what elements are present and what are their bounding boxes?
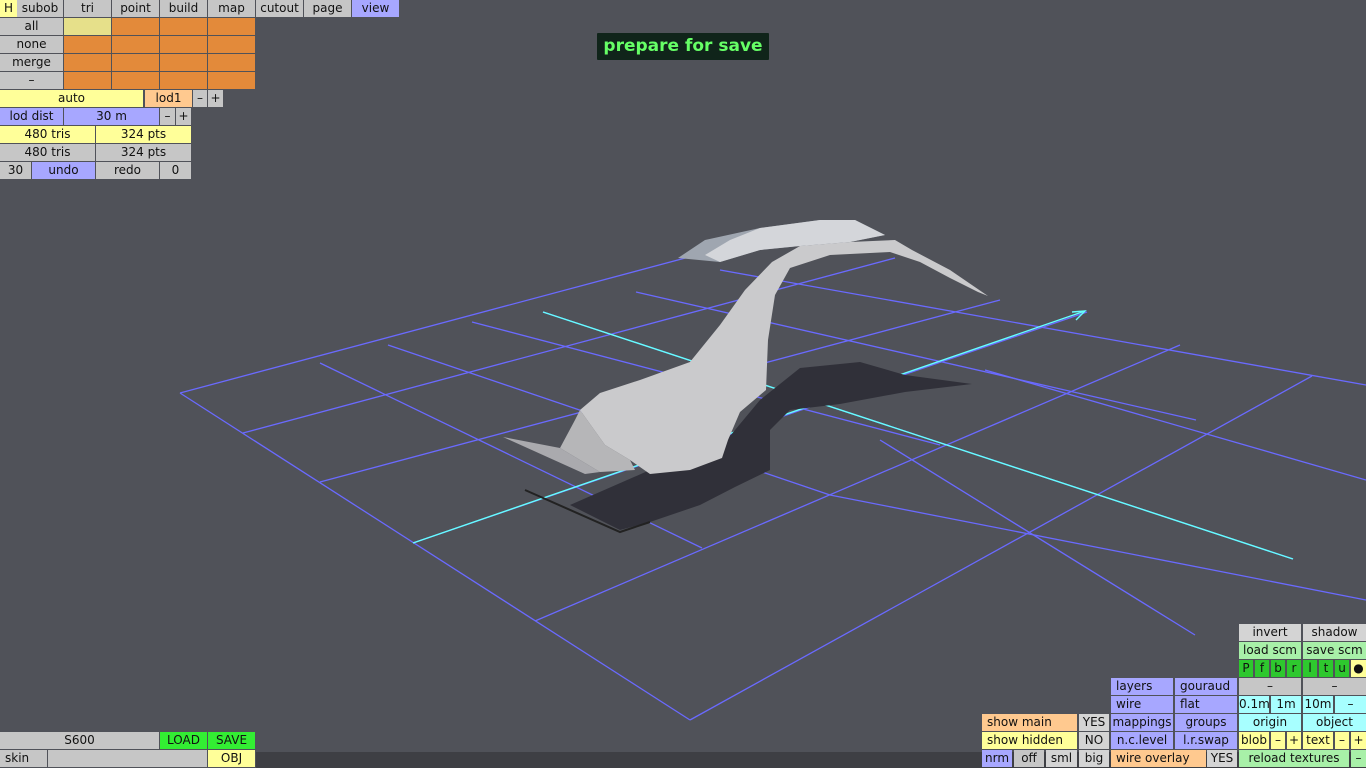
tab-page[interactable]: page <box>304 0 351 17</box>
subob-slot[interactable] <box>64 72 111 89</box>
origin-button[interactable]: origin <box>1239 714 1301 731</box>
mappings-button[interactable]: mappings <box>1111 714 1173 731</box>
tab-point[interactable]: point <box>112 0 159 17</box>
dash-button-2[interactable]: – <box>1303 678 1366 695</box>
big-size-button[interactable]: big <box>1079 750 1109 767</box>
subob-slot[interactable] <box>64 36 111 53</box>
subob-slot[interactable] <box>160 36 207 53</box>
small-size-button[interactable]: sml <box>1046 750 1077 767</box>
flag-l-toggle[interactable]: l <box>1303 660 1317 677</box>
subob-slot[interactable] <box>160 18 207 35</box>
wire-overlay-button[interactable]: wire overlay <box>1111 750 1206 767</box>
show-main-button[interactable]: show main <box>982 714 1077 731</box>
merge-button[interactable]: merge <box>0 54 63 71</box>
lod-plus-button[interactable]: + <box>208 90 223 107</box>
show-hidden-button[interactable]: show hidden <box>982 732 1077 749</box>
subob-slot[interactable] <box>208 72 255 89</box>
subob-slot[interactable] <box>208 54 255 71</box>
show-main-value[interactable]: YES <box>1079 714 1109 731</box>
reload-minus-button[interactable]: – <box>1351 750 1366 767</box>
undo-count: 30 <box>0 162 31 179</box>
redo-count: 0 <box>160 162 191 179</box>
lod-auto-button[interactable]: auto <box>0 90 143 107</box>
subob-slot[interactable] <box>64 18 111 35</box>
grid-minus-button[interactable]: – <box>1335 696 1366 713</box>
object-button[interactable]: object <box>1303 714 1366 731</box>
flag-p-toggle[interactable]: P <box>1239 660 1253 677</box>
pts-count: 324 pts <box>96 126 191 143</box>
groups-button[interactable]: groups <box>1175 714 1237 731</box>
gouraud-button[interactable]: gouraud <box>1175 678 1237 695</box>
select-all-button[interactable]: all <box>0 18 63 35</box>
tab-cutout[interactable]: cutout <box>256 0 303 17</box>
show-hidden-value[interactable]: NO <box>1079 732 1109 749</box>
flag-r-toggle[interactable]: r <box>1287 660 1301 677</box>
save-scm-button[interactable]: save scm <box>1303 642 1366 659</box>
obj-button[interactable]: OBJ <box>208 750 255 767</box>
wire-button[interactable]: wire <box>1111 696 1173 713</box>
lod-minus-button[interactable]: – <box>193 90 207 107</box>
flag-b-toggle[interactable]: b <box>1271 660 1285 677</box>
lod-dist-plus-button[interactable]: + <box>176 108 191 125</box>
grid-10m-button[interactable]: 10m <box>1303 696 1333 713</box>
3d-viewport[interactable] <box>0 0 1366 768</box>
normal-size-button[interactable]: nrm <box>982 750 1012 767</box>
flag-dot-toggle[interactable]: ● <box>1351 660 1366 677</box>
subob-slot[interactable] <box>112 54 159 71</box>
lr-swap-button[interactable]: l.r.swap <box>1175 732 1237 749</box>
redo-button[interactable]: redo <box>96 162 159 179</box>
skin-label[interactable]: skin <box>0 750 47 767</box>
skin-field[interactable] <box>48 750 207 767</box>
invert-button[interactable]: invert <box>1239 624 1301 641</box>
subob-slot[interactable] <box>112 18 159 35</box>
flag-u-toggle[interactable]: u <box>1335 660 1349 677</box>
text-label[interactable]: text <box>1303 732 1333 749</box>
select-none-button[interactable]: none <box>0 36 63 53</box>
save-button[interactable]: SAVE <box>208 732 255 749</box>
pts-count-total: 324 pts <box>96 144 191 161</box>
reload-textures-button[interactable]: reload textures <box>1239 750 1349 767</box>
flag-f-toggle[interactable]: f <box>1255 660 1269 677</box>
dash-button-1[interactable]: – <box>1239 678 1301 695</box>
subob-slot[interactable] <box>160 72 207 89</box>
lod-dist-value[interactable]: 30 m <box>64 108 159 125</box>
tab-tri[interactable]: tri <box>64 0 111 17</box>
blob-plus-button[interactable]: + <box>1287 732 1301 749</box>
grid-0-1m-button[interactable]: 0.1m <box>1239 696 1269 713</box>
subob-slot[interactable] <box>112 36 159 53</box>
status-banner: prepare for save <box>597 33 769 60</box>
subob-slot[interactable] <box>208 18 255 35</box>
tris-count: 480 tris <box>0 126 95 143</box>
lod1-button[interactable]: lod1 <box>145 90 192 107</box>
load-button[interactable]: LOAD <box>160 732 207 749</box>
tab-help[interactable]: H <box>0 0 17 17</box>
dash-button[interactable]: – <box>0 72 63 89</box>
tris-count-total: 480 tris <box>0 144 95 161</box>
flag-t-toggle[interactable]: t <box>1319 660 1333 677</box>
tab-build[interactable]: build <box>160 0 207 17</box>
load-scm-button[interactable]: load scm <box>1239 642 1301 659</box>
lod-dist-label: lod dist <box>0 108 63 125</box>
subob-slot[interactable] <box>112 72 159 89</box>
text-plus-button[interactable]: + <box>1351 732 1366 749</box>
shadow-button[interactable]: shadow <box>1303 624 1366 641</box>
lod-dist-minus-button[interactable]: – <box>160 108 175 125</box>
filename-field[interactable]: S600 <box>0 732 159 749</box>
wire-overlay-value[interactable]: YES <box>1207 750 1237 767</box>
tab-subob[interactable]: subob <box>17 0 63 17</box>
undo-button[interactable]: undo <box>32 162 95 179</box>
subob-slot[interactable] <box>208 36 255 53</box>
blob-label[interactable]: blob <box>1239 732 1269 749</box>
layers-button[interactable]: layers <box>1111 678 1173 695</box>
tab-view[interactable]: view <box>352 0 399 17</box>
nc-level-button[interactable]: n.c.level <box>1111 732 1173 749</box>
tab-map[interactable]: map <box>208 0 255 17</box>
subob-slot[interactable] <box>160 54 207 71</box>
grid-1m-button[interactable]: 1m <box>1271 696 1301 713</box>
size-off-button[interactable]: off <box>1014 750 1044 767</box>
blob-minus-button[interactable]: – <box>1271 732 1285 749</box>
text-minus-button[interactable]: – <box>1335 732 1349 749</box>
flat-button[interactable]: flat <box>1175 696 1237 713</box>
subob-slot[interactable] <box>64 54 111 71</box>
